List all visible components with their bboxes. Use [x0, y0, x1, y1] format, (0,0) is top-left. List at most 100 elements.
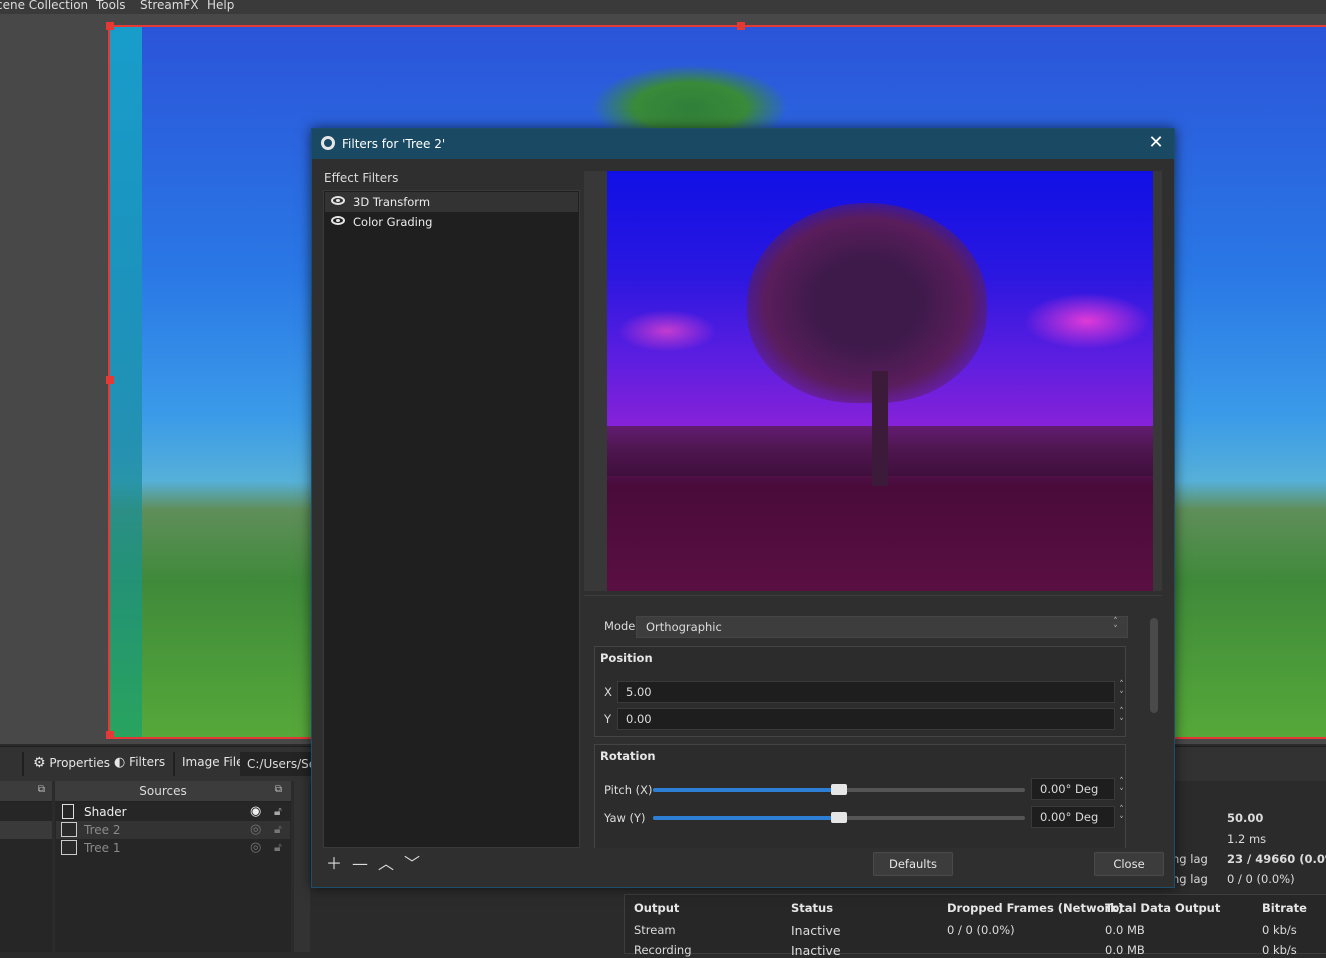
- table-cell: 0 kb/s: [1262, 943, 1297, 957]
- defaults-button[interactable]: Defaults: [873, 852, 953, 876]
- spin-up-icon[interactable]: ˄: [1115, 806, 1128, 815]
- add-filter-button[interactable]: ＋: [323, 853, 345, 875]
- eye-icon[interactable]: ◉: [250, 804, 261, 819]
- spin-down-icon[interactable]: ˅: [1115, 719, 1128, 728]
- source-row[interactable]: Tree 2 ◎ 🔓︎: [56, 821, 290, 839]
- lock-icon[interactable]: 🔓︎: [274, 840, 282, 855]
- resize-handle-bl[interactable]: [106, 731, 114, 739]
- output-stats-table: Output Status Dropped Frames (Network) T…: [624, 894, 1326, 958]
- shader-strip: [110, 27, 142, 737]
- menu-scene-collection[interactable]: cene Collection: [0, 0, 88, 12]
- image-icon: [61, 840, 77, 855]
- eye-hidden-icon[interactable]: ◎: [250, 840, 261, 855]
- col-header: Bitrate: [1262, 901, 1307, 915]
- stat-lagged-frames: 0 / 0 (0.0%): [1227, 872, 1295, 886]
- col-header: Total Data Output: [1105, 901, 1221, 915]
- mode-value: Orthographic: [646, 620, 722, 634]
- divider: [22, 752, 24, 776]
- y-label: Y: [604, 712, 612, 726]
- pitch-value: 0.00° Deg: [1040, 782, 1099, 796]
- spin-up-icon[interactable]: ˄: [1115, 778, 1128, 787]
- dialog-titlebar[interactable]: Filters for 'Tree 2' ✕: [312, 129, 1174, 159]
- pitch-slider[interactable]: [653, 784, 1025, 795]
- spin-down-icon[interactable]: ˅: [1115, 817, 1128, 826]
- eye-icon[interactable]: [331, 216, 345, 225]
- yaw-input[interactable]: 0.00° Deg: [1031, 806, 1115, 828]
- spin-up-icon[interactable]: ˄: [1115, 681, 1128, 690]
- yaw-label: Yaw (Y): [604, 811, 646, 825]
- sources-dock-header: Sources ⧉: [55, 781, 291, 802]
- source-label: Tree 1: [84, 841, 121, 855]
- sources-title: Sources: [139, 784, 187, 798]
- yaw-slider[interactable]: [653, 812, 1025, 823]
- table-cell: Recording: [634, 943, 692, 957]
- table-cell: 0 / 0 (0.0%): [947, 923, 1015, 937]
- pitch-input[interactable]: 0.00° Deg: [1031, 778, 1115, 800]
- properties-scrollbar[interactable]: [1150, 618, 1158, 713]
- table-cell: 0.0 MB: [1105, 943, 1145, 957]
- undock-icon[interactable]: ⧉: [38, 784, 45, 795]
- effect-filters-label: Effect Filters: [324, 171, 399, 185]
- lock-icon[interactable]: 🔓︎: [274, 822, 282, 837]
- undock-icon[interactable]: ⧉: [275, 784, 282, 795]
- chevron-down-icon: ˅: [1113, 625, 1118, 635]
- filters-button[interactable]: ◐ Filters: [114, 755, 165, 770]
- scene-row-selected[interactable]: [0, 821, 52, 839]
- stat-label: ng lag: [1172, 852, 1208, 866]
- stat-fps: 50.00: [1227, 811, 1264, 825]
- preview-image: [607, 171, 1153, 591]
- properties-button[interactable]: ⚙ Properties: [33, 755, 110, 771]
- close-button[interactable]: Close: [1094, 852, 1164, 876]
- lock-icon[interactable]: 🔓︎: [274, 804, 282, 819]
- filter-list: 3D Transform Color Grading: [323, 190, 580, 848]
- move-down-button[interactable]: ﹀: [401, 853, 423, 875]
- spin-down-icon[interactable]: ˅: [1115, 692, 1128, 701]
- menu-help[interactable]: Help: [207, 0, 234, 12]
- filter-item[interactable]: Color Grading: [325, 212, 578, 232]
- resize-handle-tl[interactable]: [106, 22, 114, 30]
- filter-label: 3D Transform: [353, 195, 431, 209]
- scenes-dock-header: ⧉: [0, 781, 52, 802]
- filter-properties: Mode Orthographic ˄ ˅ Position X 5.00 ˄ …: [584, 595, 1162, 848]
- filters-icon: ◐: [114, 755, 126, 770]
- source-label: Shader: [84, 805, 127, 819]
- obs-logo-icon: [321, 136, 335, 150]
- table-cell: 0 kb/s: [1262, 923, 1297, 937]
- resize-handle-top[interactable]: [737, 22, 745, 30]
- filter-item[interactable]: 3D Transform: [325, 192, 578, 212]
- eye-icon[interactable]: [331, 196, 345, 205]
- col-header: Dropped Frames (Network): [947, 901, 1124, 915]
- slider-fill: [653, 816, 839, 820]
- eye-hidden-icon[interactable]: ◎: [250, 822, 261, 837]
- col-header: Output: [634, 901, 680, 915]
- gear-icon: ⚙: [33, 755, 46, 771]
- close-icon[interactable]: ✕: [1146, 133, 1166, 153]
- file-icon: [62, 804, 74, 819]
- position-y-input[interactable]: 0.00: [617, 708, 1115, 730]
- stats-panel: 50.00 1.2 ms ng lag 23 / 49660 (0.0% ng …: [1172, 802, 1326, 892]
- divider: [173, 752, 175, 776]
- remove-filter-button[interactable]: —: [349, 853, 371, 875]
- spin-down-icon[interactable]: ˅: [1115, 789, 1128, 798]
- filters-dialog: Filters for 'Tree 2' ✕ Effect Filters 3D…: [311, 128, 1175, 888]
- stat-render-time: 1.2 ms: [1227, 832, 1267, 846]
- scenes-dock: [0, 802, 52, 952]
- position-x-input[interactable]: 5.00: [617, 681, 1115, 703]
- resize-handle-left[interactable]: [106, 376, 114, 384]
- source-label: Tree 2: [84, 823, 121, 837]
- source-row[interactable]: Tree 1 ◎ 🔓︎: [56, 839, 290, 857]
- slider-handle[interactable]: [831, 784, 847, 795]
- menu-bar: cene Collection Tools StreamFX Help: [0, 0, 1326, 14]
- position-group: Position X 5.00 ˄ ˅ Y 0.00 ˄ ˅: [594, 646, 1126, 737]
- move-up-button[interactable]: ︿: [375, 853, 397, 875]
- col-header: Status: [791, 901, 834, 915]
- source-row[interactable]: Shader ◉ 🔓︎: [56, 803, 290, 821]
- filter-label: Color Grading: [353, 215, 433, 229]
- mode-label: Mode: [604, 619, 636, 633]
- table-cell: Stream: [634, 923, 676, 937]
- spin-up-icon[interactable]: ˄: [1115, 708, 1128, 717]
- slider-handle[interactable]: [831, 812, 847, 823]
- mode-select[interactable]: Orthographic ˄ ˅: [636, 616, 1128, 638]
- menu-tools[interactable]: Tools: [96, 0, 126, 12]
- menu-streamfx[interactable]: StreamFX: [140, 0, 199, 12]
